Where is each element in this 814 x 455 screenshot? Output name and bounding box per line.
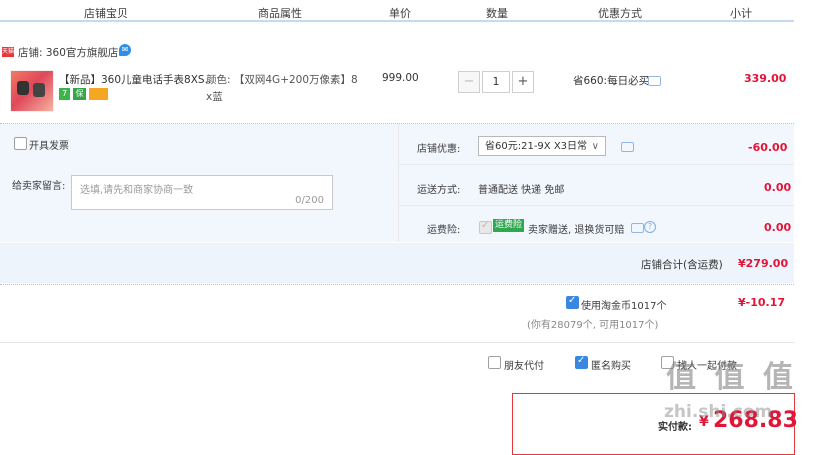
freight-insurance-amount: 0.00 [764, 221, 792, 234]
header-subtotal: 小计 [730, 7, 752, 20]
freight-insurance-label: 运费险: [427, 225, 461, 236]
coins-amount: ¥-10.17 [738, 296, 786, 309]
product-thumbnail[interactable] [10, 70, 54, 112]
header-item: 店铺宝贝 [84, 7, 128, 20]
memo-label: 给卖家留言: [12, 181, 66, 192]
item-subtotal: 339.00 [744, 72, 787, 85]
watermark-site: zhi.shi.com [664, 402, 773, 422]
shipping-amount: 0.00 [764, 181, 792, 194]
shop-discount-amount: -60.00 [748, 141, 788, 154]
shop-discount-select[interactable]: 省60元:21-9X X3日常 ∨ [478, 136, 606, 156]
coins-note: (你有28079个, 可用1017个) [527, 320, 659, 331]
memo-textarea[interactable]: 选填,请先和商家协商一致 0/200 [71, 175, 333, 210]
tmall-badge: 天猫 [2, 47, 15, 57]
wangwang-chat-icon[interactable]: ✉ [119, 44, 131, 56]
memo-placeholder: 选填,请先和商家协商一致 [80, 185, 194, 196]
coins-divider [0, 342, 794, 343]
shipping-label: 运送方式: [417, 185, 461, 196]
header-qty: 数量 [486, 7, 508, 20]
anonymous-label: 匿名购买 [591, 361, 631, 372]
guarantee-icon: 保 [73, 88, 86, 100]
watermark-logo: 值 值 值 [666, 360, 797, 395]
option-row-divider-2 [398, 205, 794, 206]
header-divider [0, 20, 794, 22]
freight-insurance-tag: 运费险 [493, 219, 525, 232]
header-price: 单价 [389, 7, 411, 20]
shipping-value: 普通配送 快递 免邮 [478, 185, 565, 196]
shop-discount-label: 店铺优惠: [417, 144, 461, 155]
memo-counter: 0/200 [295, 195, 324, 206]
shop-total-label: 店铺合计(含运费) [641, 259, 723, 271]
header-attr: 商品属性 [258, 7, 302, 20]
option-row-divider-1 [398, 164, 794, 165]
shop-total-divider [0, 284, 794, 285]
chevron-down-icon: ∨ [591, 141, 599, 152]
shop-discount-selected: 省60元:21-9X X3日常 [485, 141, 588, 152]
seven-day-return-icon: 7 [59, 88, 70, 100]
coins-checkbox[interactable] [566, 295, 579, 309]
qty-input[interactable]: 1 [482, 71, 510, 93]
shop-total-amount: ¥279.00 [738, 257, 789, 270]
card-pay-icon [89, 88, 108, 100]
discount-comment-icon[interactable] [621, 142, 634, 152]
promo-comment-icon[interactable] [648, 76, 661, 86]
friend-pay-checkbox[interactable] [488, 356, 501, 369]
insurance-comment-icon[interactable] [631, 223, 644, 233]
shop-name[interactable]: 店铺: 360官方旗舰店 [18, 45, 118, 60]
product-attr-line1: 颜色: 【双网4G+200万像素】8 [206, 74, 358, 86]
anonymous-checkbox[interactable] [575, 355, 588, 369]
promo-text: 省660:每日必买 [573, 75, 650, 87]
invoice-checkbox[interactable] [14, 137, 27, 150]
invoice-label: 开具发票 [29, 141, 69, 152]
product-title[interactable]: 【新品】360儿童电话手表8XS... [59, 72, 215, 87]
options-column-divider [398, 124, 399, 242]
friend-pay-label: 朋友代付 [504, 361, 544, 372]
unit-price: 999.00 [382, 72, 419, 84]
freight-insurance-checkbox [479, 220, 492, 234]
qty-increase-button[interactable]: + [512, 71, 534, 93]
qty-decrease-button[interactable]: − [458, 71, 480, 93]
coins-label: 使用淘金币1017个 [581, 301, 667, 312]
product-attr-line2: x蓝 [206, 91, 223, 103]
help-icon[interactable]: ? [644, 221, 656, 233]
header-promo: 优惠方式 [598, 7, 642, 20]
freight-insurance-value: 卖家赠送, 退换货可赔 [528, 225, 625, 236]
